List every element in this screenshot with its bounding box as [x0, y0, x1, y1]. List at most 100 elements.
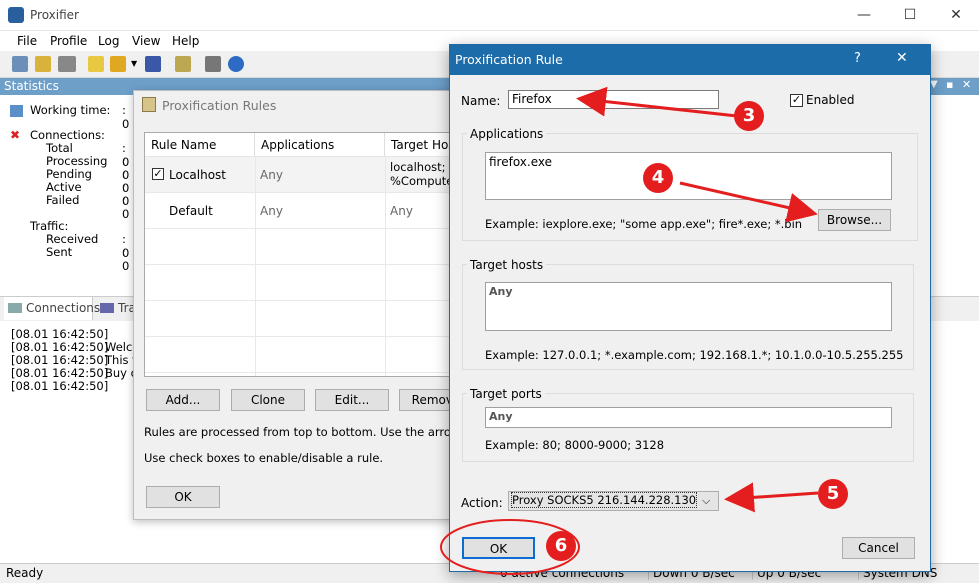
column-header-applications[interactable]: Applications: [255, 133, 385, 157]
applications-field[interactable]: firefox.exe: [485, 152, 892, 200]
column-header-rule-name[interactable]: Rule Name: [145, 133, 255, 157]
rule-name: Localhost: [169, 168, 227, 182]
edit-rule-button[interactable]: Edit...: [315, 389, 389, 411]
help-icon[interactable]: [228, 56, 244, 72]
traffic-icon[interactable]: [35, 56, 51, 72]
column-divider: [385, 157, 386, 376]
menu-view[interactable]: View: [132, 34, 160, 48]
log-timestamp: [08.01 16:42:50]: [11, 340, 109, 354]
chevron-down-icon: ⌵: [702, 494, 711, 507]
name-label: Name:: [461, 94, 501, 108]
tab-connections-label: Connections: [26, 301, 101, 315]
add-rule-button[interactable]: Add...: [146, 389, 220, 411]
action-select-value: Proxy SOCKS5 216.144.228.130: [510, 492, 698, 508]
proxification-rule-dialog: Proxification Rule ? ✕ Name: Firefox ✓ E…: [449, 44, 931, 572]
rules-window-title: Proxification Rules: [162, 98, 277, 113]
close-button[interactable]: ✕: [933, 0, 979, 30]
table-row[interactable]: ✓ Localhost Any localhost; 12 %ComputerN: [145, 157, 475, 193]
dialog-titlebar: Proxification Rule ? ✕: [450, 45, 930, 75]
rules-icon[interactable]: [175, 56, 191, 72]
action-select[interactable]: Proxy SOCKS5 216.144.228.130 ⌵: [508, 491, 719, 511]
processing-label: Processing: [46, 154, 108, 168]
table-row: [145, 229, 475, 265]
browse-button[interactable]: Browse...: [818, 209, 891, 231]
rule-apps: Any: [260, 204, 283, 218]
connections-icon[interactable]: [12, 56, 28, 72]
log-timestamp: [08.01 16:42:50]: [11, 366, 109, 380]
minimize-button[interactable]: —: [841, 0, 887, 30]
name-field[interactable]: Firefox: [508, 90, 719, 109]
new-profile-icon[interactable]: [88, 56, 104, 72]
menu-log[interactable]: Log: [98, 34, 119, 48]
rules-window-icon: [142, 97, 156, 112]
dialog-title: Proxification Rule: [455, 52, 563, 67]
dialog-ok-button[interactable]: OK: [462, 537, 535, 559]
pin-icon[interactable]: ▪: [946, 78, 953, 91]
target-ports-field[interactable]: Any: [485, 407, 892, 428]
dialog-close-button[interactable]: ✕: [896, 50, 908, 66]
traffic-label: Traffic:: [30, 219, 69, 233]
sent-label: Sent: [46, 245, 73, 259]
status-ready: Ready: [6, 566, 44, 580]
rules-table: Rule Name Applications Target Hosts ✓ Lo…: [144, 132, 476, 377]
save-icon[interactable]: [145, 56, 161, 72]
annotation-callout-5: 5: [818, 479, 848, 509]
enabled-checkbox[interactable]: ✓: [790, 94, 803, 107]
print-icon[interactable]: [205, 56, 221, 72]
rule-enabled-checkbox[interactable]: ✓: [152, 168, 164, 180]
target-ports-label: Target ports: [467, 387, 545, 401]
app-title: Proxifier: [30, 8, 79, 22]
applications-label: Applications: [467, 127, 547, 141]
annotation-callout-6: 6: [546, 531, 576, 561]
rules-note-checkbox: Use check boxes to enable/disable a rule…: [144, 451, 384, 465]
received-label: Received: [46, 232, 99, 246]
menu-file[interactable]: File: [17, 34, 37, 48]
menu-profile[interactable]: Profile: [50, 34, 87, 48]
tab-traffic[interactable]: Tra: [96, 297, 136, 320]
statistics-icon[interactable]: [58, 56, 76, 72]
connections-label: Connections:: [30, 128, 105, 142]
log-timestamp: [08.01 16:42:50]: [11, 379, 109, 393]
failed-label: Failed: [46, 193, 80, 207]
rule-hosts-line1: Any: [390, 204, 413, 218]
log-timestamp: [08.01 16:42:50]: [11, 353, 109, 367]
table-row: [145, 337, 475, 373]
total-label: Total: [46, 141, 73, 155]
annotation-callout-4: 4: [643, 163, 673, 193]
traffic-tab-icon: [100, 303, 114, 313]
rules-ok-button[interactable]: OK: [146, 486, 220, 508]
enabled-label: Enabled: [806, 93, 855, 107]
action-label: Action:: [461, 496, 503, 510]
table-row[interactable]: Default Any Any: [145, 193, 475, 229]
proxifier-logo-icon: [8, 7, 24, 23]
menu-help[interactable]: Help: [172, 34, 199, 48]
target-hosts-field[interactable]: Any: [485, 282, 892, 331]
target-hosts-label: Target hosts: [467, 258, 547, 272]
maximize-button[interactable]: ☐: [887, 0, 933, 30]
rule-apps: Any: [260, 168, 283, 182]
log-timestamp: [08.01 16:42:50]: [11, 327, 109, 341]
target-ports-example: Example: 80; 8000-9000; 3128: [485, 438, 665, 452]
rule-name: Default: [169, 204, 213, 218]
open-profile-icon[interactable]: [110, 56, 126, 72]
tab-connections[interactable]: Connections: [4, 297, 100, 320]
dialog-cancel-button[interactable]: Cancel: [842, 537, 915, 559]
dropdown-arrow-icon[interactable]: ▼: [930, 79, 938, 90]
column-divider: [255, 157, 256, 376]
table-row: [145, 301, 475, 337]
help-button[interactable]: ?: [854, 51, 861, 66]
main-titlebar: Proxifier — ☐ ✕: [0, 0, 979, 31]
annotation-callout-3: 3: [734, 101, 764, 131]
statistics-panel: Working time: : 0 ✖ Connections: Total :…: [0, 95, 136, 295]
clock-icon: [10, 105, 23, 117]
panel-close-icon[interactable]: ✕: [962, 78, 971, 91]
table-row: [145, 265, 475, 301]
target-hosts-example: Example: 127.0.0.1; *.example.com; 192.1…: [485, 348, 904, 362]
connections-tab-icon: [8, 303, 22, 313]
connections-error-icon: ✖: [10, 128, 21, 142]
active-label: Active: [46, 180, 82, 194]
clone-rule-button[interactable]: Clone: [231, 389, 305, 411]
pending-label: Pending: [46, 167, 92, 181]
applications-example: Example: iexplore.exe; "some app.exe"; f…: [485, 217, 803, 231]
chevron-down-icon[interactable]: ▼: [131, 59, 137, 68]
